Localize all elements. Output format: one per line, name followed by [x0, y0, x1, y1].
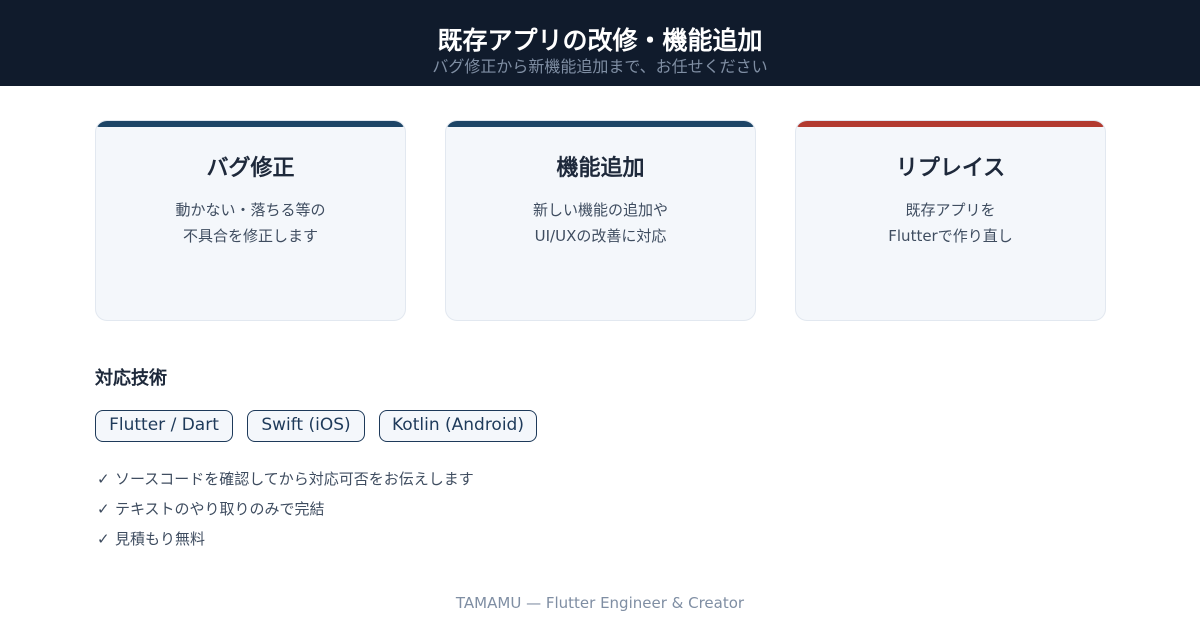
card-description: 動かない・落ちる等の 不具合を修正します [96, 197, 405, 249]
service-card-bug-fix: バグ修正 動かない・落ちる等の 不具合を修正します [95, 120, 406, 321]
page-title: 既存アプリの改修・機能追加 [437, 26, 763, 55]
page-subtitle: バグ修正から新機能追加まで、お任せください [432, 57, 768, 76]
checklist-item: ✓ テキストのやり取りのみで完結 [97, 499, 325, 519]
checklist-item-text: テキストのやり取りのみで完結 [115, 500, 325, 518]
card-accent-bar [796, 121, 1105, 127]
checklist-item: ✓ ソースコードを確認してから対応可否をお伝えします [97, 469, 474, 489]
check-icon: ✓ [97, 470, 110, 488]
tech-tag-kotlin: Kotlin (Android) [379, 410, 537, 442]
tech-tag-flutter: Flutter / Dart [95, 410, 233, 442]
card-description: 新しい機能の追加や UI/UXの改善に対応 [446, 197, 755, 249]
card-accent-bar [96, 121, 405, 127]
card-title: バグ修正 [206, 156, 295, 181]
service-card-feature-add: 機能追加 新しい機能の追加や UI/UXの改善に対応 [445, 120, 756, 321]
card-description-line: 新しい機能の追加や [532, 201, 668, 219]
card-title: リプレイス [895, 156, 1006, 181]
service-card-replace: リプレイス 既存アプリを Flutterで作り直し [795, 120, 1106, 321]
card-description: 既存アプリを Flutterで作り直し [796, 197, 1105, 249]
card-description-line: Flutterで作り直し [888, 227, 1013, 245]
card-title: 機能追加 [556, 156, 645, 181]
card-description-line: 既存アプリを [905, 201, 996, 219]
card-accent-bar [446, 121, 755, 127]
tech-heading: 対応技術 [95, 368, 167, 389]
card-description-line: 不具合を修正します [182, 227, 318, 245]
checklist-item: ✓ 見積もり無料 [97, 529, 205, 549]
check-icon: ✓ [97, 500, 110, 518]
tech-tag-swift: Swift (iOS) [247, 410, 365, 442]
card-description-line: 動かない・落ちる等の [175, 201, 326, 219]
checklist-item-text: ソースコードを確認してから対応可否をお伝えします [115, 470, 474, 488]
card-description-line: UI/UXの改善に対応 [534, 227, 667, 245]
checklist-item-text: 見積もり無料 [115, 530, 206, 548]
check-icon: ✓ [97, 530, 110, 548]
header-banner: 既存アプリの改修・機能追加 バグ修正から新機能追加まで、お任せください [0, 0, 1200, 86]
footer-credit: TAMAMU — Flutter Engineer & Creator [455, 594, 745, 612]
